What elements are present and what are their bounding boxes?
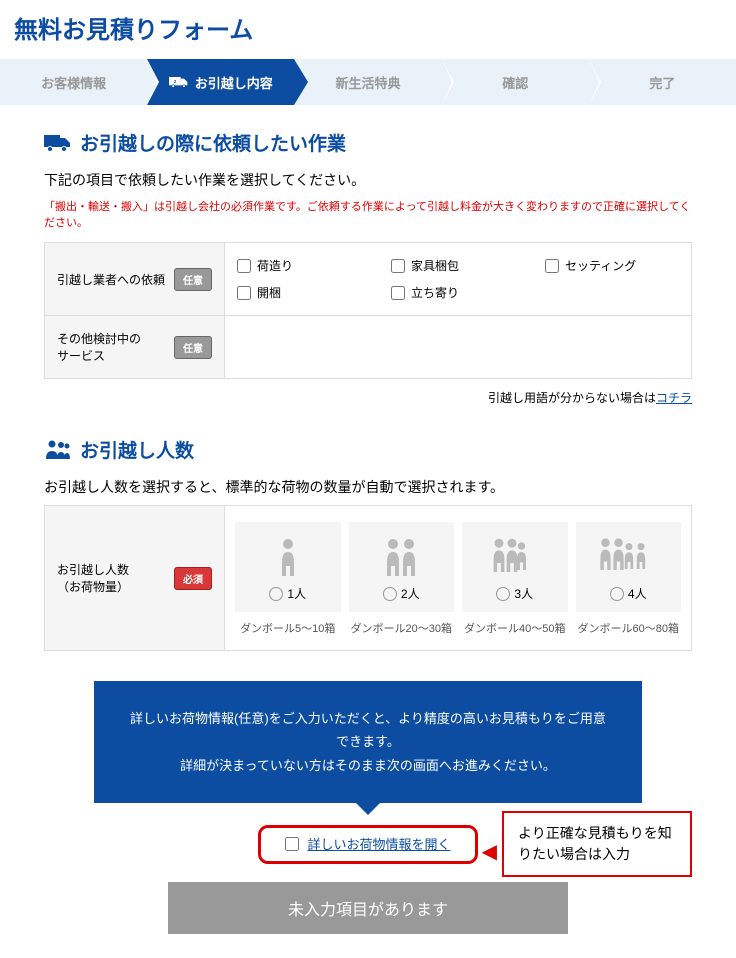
- box-count-1: ダンボール5～10箱: [235, 620, 341, 636]
- checkbox-furniture[interactable]: 家具梱包: [391, 257, 525, 274]
- box-count-2: ダンボール20～30箱: [349, 620, 455, 636]
- page-title: 無料お見積りフォーム: [0, 0, 736, 59]
- progress-step-benefits: 新生活特典: [294, 59, 441, 105]
- expand-link-wrapper[interactable]: 詳しいお荷物情報を開く: [258, 825, 477, 864]
- checkbox-packing[interactable]: 荷造り: [237, 257, 371, 274]
- progress-bar: お客様情報 2 お引越し内容 新生活特典 確認 完了: [0, 59, 736, 105]
- radio-icon: [383, 587, 397, 601]
- progress-step-confirm: 確認: [442, 59, 589, 105]
- section-desc-tasks: 下記の項目で依頼したい作業を選択してください。: [44, 170, 692, 190]
- annotation-arrow-icon: ◀: [482, 839, 497, 864]
- help-link[interactable]: コチラ: [656, 391, 692, 405]
- submit-button[interactable]: 未入力項目があります: [168, 882, 568, 934]
- truck-icon: 2: [169, 75, 189, 89]
- checkbox-unpacking[interactable]: 開梱: [237, 284, 371, 301]
- help-link-row: 引越し用語が分からない場合はコチラ: [44, 389, 692, 406]
- section-title-people: お引越し人数: [80, 436, 194, 463]
- section-header-people: お引越し人数: [44, 436, 692, 463]
- expand-row: 詳しいお荷物情報を開く ◀ より正確な見積もりを知りたい場合は入力: [44, 825, 692, 864]
- people-card-4[interactable]: 4人: [576, 522, 682, 612]
- progress-step-moving: 2 お引越し内容: [147, 59, 294, 105]
- section-title-tasks: お引越しの際に依頼したい作業: [80, 129, 346, 156]
- required-badge: 必須: [174, 567, 212, 590]
- progress-step-customer: お客様情報: [0, 59, 147, 105]
- checkbox-stopby[interactable]: 立ち寄り: [391, 284, 525, 301]
- box-count-4: ダンボール60～80箱: [576, 620, 682, 636]
- truck-icon: [44, 132, 72, 154]
- person-icon-3: [485, 536, 545, 576]
- request-label-cell: 引越し業者への依頼 任意: [45, 243, 225, 316]
- person-icon-4: [598, 536, 658, 576]
- radio-icon: [610, 587, 624, 601]
- person-icon-2: [371, 536, 431, 576]
- request-options-cell: 荷造り 家具梱包 セッティング 開梱 立ち寄り: [225, 243, 692, 316]
- checkbox-setting[interactable]: セッティング: [545, 257, 679, 274]
- checkbox-input[interactable]: [391, 259, 405, 273]
- people-card-3[interactable]: 3人: [462, 522, 568, 612]
- people-card-1[interactable]: 1人: [235, 522, 341, 612]
- section-desc-people: お引越し人数を選択すると、標準的な荷物の数量が自動で選択されます。: [44, 477, 692, 497]
- info-callout: 詳しいお荷物情報(任意)をご入力いただくと、より精度の高いお見積もりをご用意でき…: [94, 681, 642, 803]
- box-count-3: ダンボール40～50箱: [462, 620, 568, 636]
- person-icon-1: [258, 536, 318, 576]
- expand-checkbox[interactable]: [285, 837, 299, 851]
- people-card-2[interactable]: 2人: [349, 522, 455, 612]
- section-warning-tasks: 「搬出・輸送・搬入」は引越し会社の必須作業です。ご依頼する作業によって引越し料金…: [44, 198, 692, 230]
- radio-icon: [496, 587, 510, 601]
- other-options-cell: [225, 316, 692, 379]
- optional-badge: 任意: [174, 336, 212, 359]
- other-label-cell: その他検討中の サービス 任意: [45, 316, 225, 379]
- progress-step-done: 完了: [589, 59, 736, 105]
- expand-details-link[interactable]: 詳しいお荷物情報を開く: [307, 834, 450, 853]
- checkbox-input[interactable]: [237, 259, 251, 273]
- people-table: お引越し人数 （お荷物量） 必須 1人 2人: [44, 505, 692, 651]
- optional-badge: 任意: [174, 268, 212, 291]
- tasks-table: 引越し業者への依頼 任意 荷造り 家具梱包 セッティング 開梱 立ち寄り その他…: [44, 242, 692, 379]
- checkbox-input[interactable]: [545, 259, 559, 273]
- annotation-box: より正確な見積もりを知りたい場合は入力: [502, 811, 692, 877]
- section-header-tasks: お引越しの際に依頼したい作業: [44, 129, 692, 156]
- checkbox-input[interactable]: [237, 286, 251, 300]
- radio-icon: [269, 587, 283, 601]
- people-label-cell: お引越し人数 （お荷物量） 必須: [45, 506, 225, 651]
- people-icon: [44, 439, 72, 461]
- checkbox-input[interactable]: [391, 286, 405, 300]
